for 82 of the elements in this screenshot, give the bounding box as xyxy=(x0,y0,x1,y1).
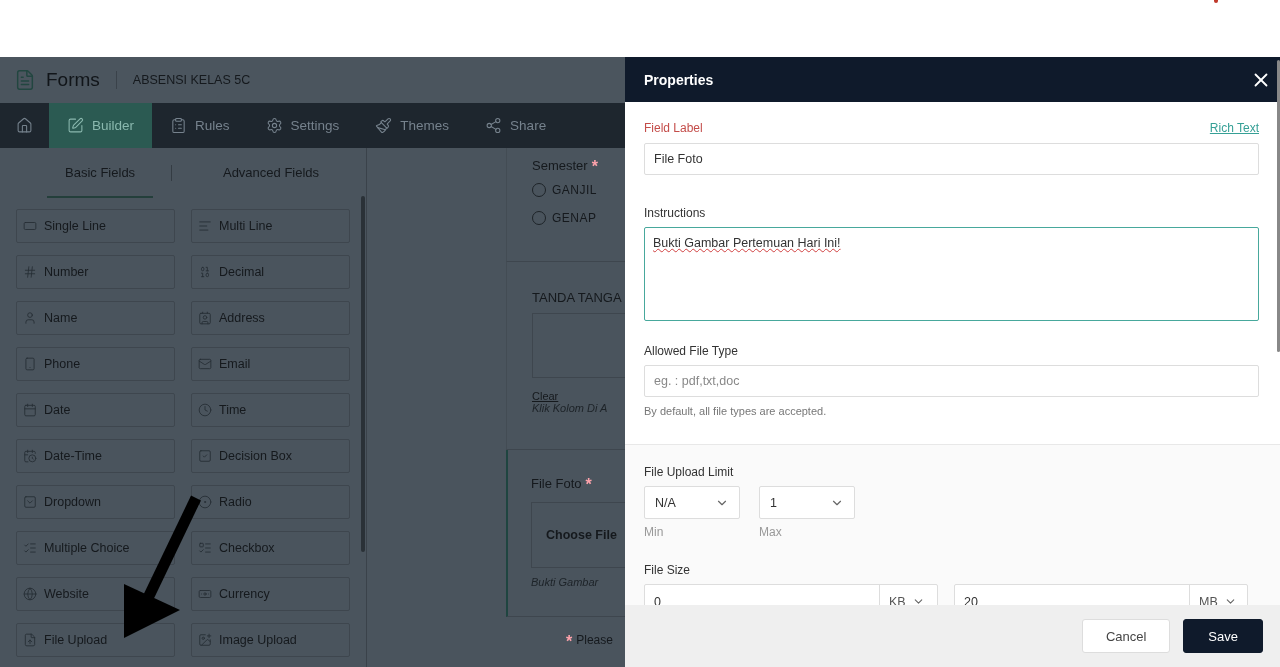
field-type-button[interactable]: Checkbox xyxy=(191,531,350,565)
option-label: GENAP xyxy=(552,211,597,225)
hash-icon xyxy=(23,265,37,279)
checkbox-list-icon xyxy=(198,541,212,555)
save-button[interactable]: Save xyxy=(1183,619,1263,653)
field-type-button[interactable]: Decision Box xyxy=(191,439,350,473)
limit-select[interactable]: N/A xyxy=(644,486,740,519)
dropdown-icon xyxy=(23,495,37,509)
field-type-button[interactable]: Multi Line xyxy=(191,209,350,243)
option-label: GANJIL xyxy=(552,183,597,197)
required-asterisk: * xyxy=(566,633,573,651)
field-type-button[interactable]: Address xyxy=(191,301,350,335)
settings-icon xyxy=(265,117,283,134)
field-type-button[interactable]: Date xyxy=(16,393,175,427)
allowed-type-label: Allowed File Type xyxy=(644,344,739,358)
field-type-button[interactable]: Image Upload xyxy=(191,623,350,657)
question-label: Semester xyxy=(532,158,588,173)
form-icon xyxy=(14,69,36,91)
calendar-clock-icon xyxy=(23,449,37,463)
select-caption: Max xyxy=(759,525,783,539)
field-type-button[interactable]: File Upload xyxy=(16,623,175,657)
person-icon xyxy=(23,311,37,325)
field-label-title: Field Label xyxy=(644,121,703,135)
globe-icon xyxy=(23,587,37,601)
checklist-icon xyxy=(23,541,37,555)
limit-select[interactable]: 1 xyxy=(759,486,855,519)
field-type-button[interactable]: Phone xyxy=(16,347,175,381)
field-type-button[interactable]: Radio xyxy=(191,485,350,519)
digits-icon xyxy=(198,265,212,279)
nav-tab[interactable]: Share xyxy=(467,103,565,148)
field-type-button[interactable]: Name xyxy=(16,301,175,335)
text-field-icon xyxy=(23,219,37,233)
question-label: TANDA TANGA xyxy=(532,290,623,305)
nav-tab[interactable]: Builder xyxy=(49,103,153,148)
field-type-button[interactable]: Currency xyxy=(191,577,350,611)
checked-box-icon xyxy=(198,449,212,463)
question-label: File Foto xyxy=(531,476,582,491)
nav-tab[interactable]: Settings xyxy=(247,103,358,148)
field-type-button[interactable]: Single Line xyxy=(16,209,175,243)
field-type-button[interactable]: Time xyxy=(191,393,350,427)
field-type-button[interactable]: Dropdown xyxy=(16,485,175,519)
instructions-label: Instructions xyxy=(644,206,707,220)
panel-title: Properties xyxy=(644,71,714,88)
field-type-button[interactable]: Date-Time xyxy=(16,439,175,473)
file-upload-icon xyxy=(23,633,37,647)
home-icon xyxy=(16,117,33,134)
field-type-button[interactable]: Email xyxy=(191,347,350,381)
nav-tab[interactable]: Themes xyxy=(357,103,468,148)
required-asterisk: * xyxy=(591,158,598,176)
required-asterisk: * xyxy=(585,476,592,494)
select-caption: Min xyxy=(644,525,665,539)
field-type-button[interactable]: Number xyxy=(16,255,175,289)
app-title: Forms xyxy=(46,69,100,91)
scrollbar[interactable] xyxy=(1277,60,1280,352)
banknote-icon xyxy=(198,587,212,601)
rich-text-link[interactable]: Rich Text xyxy=(1209,121,1259,135)
field-type-tab[interactable]: Advanced Fields xyxy=(190,148,352,198)
field-type-tab[interactable]: Basic Fields xyxy=(47,148,154,198)
clear-link[interactable]: Clear xyxy=(532,390,559,402)
field-type-button[interactable]: Decimal xyxy=(191,255,350,289)
calendar-icon xyxy=(23,403,37,417)
radio-icon xyxy=(198,495,212,509)
field-type-button[interactable]: Multiple Choice xyxy=(16,531,175,565)
edit-icon xyxy=(67,117,84,134)
clipboard-icon xyxy=(170,117,188,134)
phone-icon xyxy=(23,357,37,371)
image-plus-icon xyxy=(198,633,212,647)
field-label-input[interactable]: File Foto xyxy=(644,143,1259,175)
brush-icon xyxy=(375,117,393,134)
contact-card-icon xyxy=(198,311,212,325)
help-text: By default, all file types are accepted. xyxy=(644,405,828,417)
cancel-button[interactable]: Cancel xyxy=(1081,619,1171,653)
clock-icon xyxy=(198,403,212,417)
nav-tab[interactable]: Rules xyxy=(152,103,248,148)
required-note: Please xyxy=(576,633,613,649)
instructions-input[interactable]: Bukti Gambar Pertemuan Hari Ini! xyxy=(644,227,1259,321)
upload-limit-label: File Upload Limit xyxy=(644,465,735,479)
form-name: ABSENSI KELAS 5C xyxy=(132,73,251,87)
mail-icon xyxy=(198,357,212,371)
file-size-label: File Size xyxy=(644,563,691,577)
allowed-type-input[interactable]: eg. : pdf,txt,doc xyxy=(644,365,1259,397)
share-icon xyxy=(485,117,503,134)
